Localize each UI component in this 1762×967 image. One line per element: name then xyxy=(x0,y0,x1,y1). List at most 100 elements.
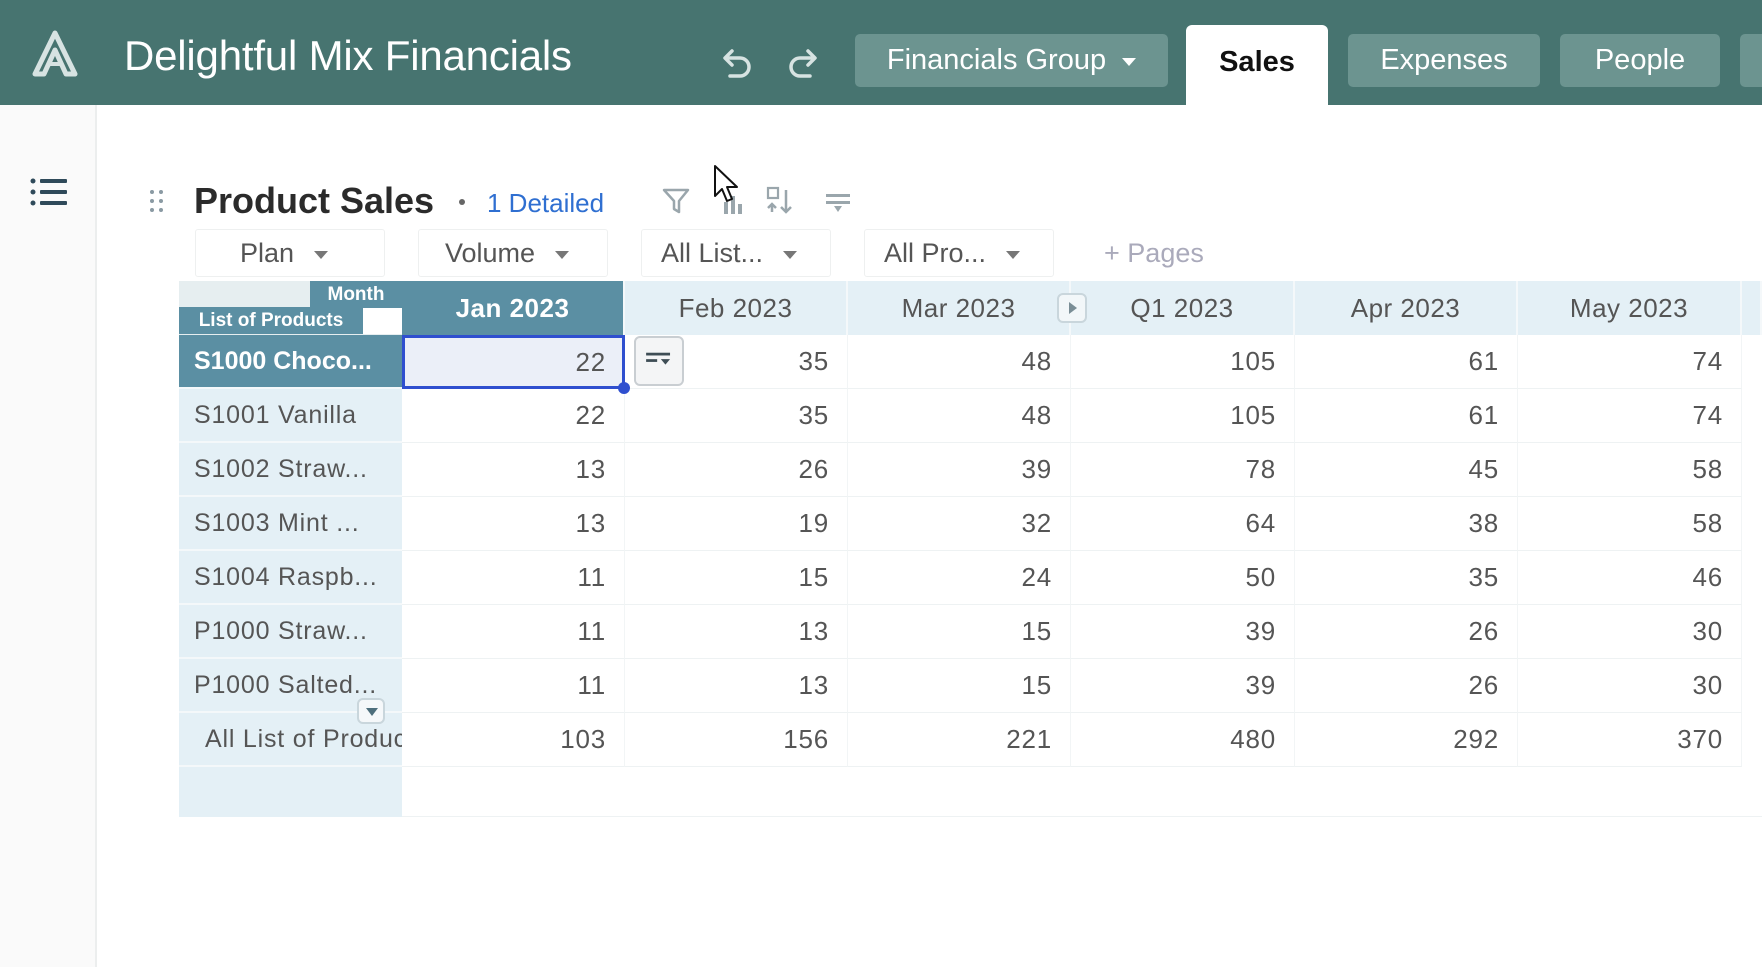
tab-more[interactable] xyxy=(1740,34,1762,87)
filter-plan[interactable]: Plan xyxy=(195,229,385,277)
table-cell-total[interactable]: 480 xyxy=(1071,713,1295,767)
table-cell[interactable]: 15 xyxy=(848,605,1071,659)
table-cell[interactable]: 64 xyxy=(1071,497,1295,551)
filter-plan-label: Plan xyxy=(240,237,295,268)
column-header-may-2023[interactable]: May 2023 xyxy=(1518,281,1742,335)
table-cell[interactable]: 26 xyxy=(1295,605,1518,659)
column-header-q1-2023[interactable]: Q1 2023 xyxy=(1071,281,1295,335)
table-cell[interactable]: 32 xyxy=(848,497,1071,551)
app-logo-icon[interactable] xyxy=(30,30,80,80)
cell-options-button[interactable] xyxy=(634,336,684,386)
fill-handle[interactable] xyxy=(618,382,630,394)
table-cell[interactable]: 61 xyxy=(1295,335,1518,389)
row-dimension-chip[interactable]: List of Products xyxy=(179,307,363,334)
table-cell-total[interactable]: 292 xyxy=(1295,713,1518,767)
row-header[interactable]: S1002 Straw... xyxy=(179,443,402,497)
table-cell[interactable]: 39 xyxy=(1071,659,1295,713)
column-header-mar-2023[interactable]: Mar 2023 xyxy=(848,281,1071,335)
table-cell[interactable]: 74 xyxy=(1518,389,1742,443)
column-header-feb-2023[interactable]: Feb 2023 xyxy=(625,281,848,335)
filter-volume[interactable]: Volume xyxy=(418,229,608,277)
chevron-down-icon xyxy=(314,251,329,259)
tab-sales[interactable]: Sales xyxy=(1186,25,1328,105)
column-header-jan-2023[interactable]: Jan 2023 xyxy=(402,281,625,335)
table-cell[interactable]: 58 xyxy=(1518,443,1742,497)
table-cell[interactable]: 19 xyxy=(625,497,848,551)
table-cell[interactable]: 24 xyxy=(848,551,1071,605)
table-cell[interactable]: 46 xyxy=(1518,551,1742,605)
chevron-down-icon xyxy=(1122,57,1137,66)
table-cell[interactable]: 45 xyxy=(1295,443,1518,497)
table-cell[interactable]: 26 xyxy=(625,443,848,497)
separator-dot xyxy=(459,199,465,205)
table-cell[interactable]: 39 xyxy=(848,443,1071,497)
row-header[interactable]: S1003 Mint ... xyxy=(179,497,402,551)
table-cell[interactable]: 105 xyxy=(1071,389,1295,443)
row-header[interactable]: S1004 Raspb... xyxy=(179,551,402,605)
table-cell[interactable]: 74 xyxy=(1518,335,1742,389)
filter-volume-label: Volume xyxy=(445,237,536,268)
table-cell[interactable]: 13 xyxy=(402,497,625,551)
row-header[interactable]: S1000 Choco... xyxy=(179,335,402,389)
table-cell[interactable]: 30 xyxy=(1518,605,1742,659)
filter-list[interactable]: All List... xyxy=(641,229,831,277)
table-cell-selected[interactable]: 22 xyxy=(402,335,625,389)
undo-icon[interactable] xyxy=(716,44,756,84)
filter-list-label: All List... xyxy=(661,237,764,268)
row-divider xyxy=(402,816,1762,817)
top-bar: Delightful Mix Financials Financials Gro… xyxy=(0,0,1762,105)
table-cell[interactable]: 11 xyxy=(402,659,625,713)
redo-icon[interactable] xyxy=(784,44,824,84)
detailed-link[interactable]: 1 Detailed xyxy=(487,188,604,219)
table-cell[interactable]: 15 xyxy=(848,659,1071,713)
expand-quarter-button[interactable] xyxy=(1057,293,1087,323)
collapse-rows-button[interactable] xyxy=(357,698,385,724)
table-cell[interactable]: 35 xyxy=(625,389,848,443)
row-header[interactable]: S1001 Vanilla xyxy=(179,389,402,443)
table-cell[interactable]: 78 xyxy=(1071,443,1295,497)
table-cell[interactable]: 39 xyxy=(1071,605,1295,659)
table-cell-total[interactable]: 103 xyxy=(402,713,625,767)
column-dimension-chip[interactable]: Month xyxy=(310,281,402,308)
table-row-empty xyxy=(179,767,1762,821)
table-cell[interactable]: 30 xyxy=(1518,659,1742,713)
drag-handle-icon[interactable] xyxy=(148,188,166,214)
swap-axes-icon[interactable] xyxy=(764,184,798,218)
table-cell[interactable]: 26 xyxy=(1295,659,1518,713)
add-pages-button[interactable]: + Pages xyxy=(1104,238,1204,269)
chevron-down-icon xyxy=(555,251,570,259)
financials-group-dropdown[interactable]: Financials Group xyxy=(855,34,1168,87)
tab-people[interactable]: People xyxy=(1560,34,1720,87)
card-title: Product Sales xyxy=(194,180,435,221)
list-menu-icon[interactable] xyxy=(30,178,68,206)
table-cell[interactable]: 58 xyxy=(1518,497,1742,551)
filter-products[interactable]: All Pro... xyxy=(864,229,1054,277)
filter-icon[interactable] xyxy=(660,184,694,218)
plus-icon: + xyxy=(1104,238,1120,268)
table-cell[interactable]: 15 xyxy=(625,551,848,605)
table-cell[interactable]: 11 xyxy=(402,551,625,605)
table-cell-total[interactable]: 156 xyxy=(625,713,848,767)
table-row: S1003 Mint ... 13 19 32 64 38 58 xyxy=(179,497,1762,551)
table-cell[interactable]: 105 xyxy=(1071,335,1295,389)
table-cell[interactable]: 13 xyxy=(402,443,625,497)
table-cell[interactable]: 11 xyxy=(402,605,625,659)
table-cell[interactable]: 13 xyxy=(625,605,848,659)
sort-icon[interactable] xyxy=(822,184,856,218)
table-cell[interactable]: 50 xyxy=(1071,551,1295,605)
tab-expenses[interactable]: Expenses xyxy=(1348,34,1540,87)
table-cell[interactable]: 13 xyxy=(625,659,848,713)
table-cell[interactable]: 38 xyxy=(1295,497,1518,551)
table-cell[interactable]: 48 xyxy=(848,335,1071,389)
table-cell-total[interactable]: 221 xyxy=(848,713,1071,767)
table-cell[interactable]: 48 xyxy=(848,389,1071,443)
table-cell[interactable]: 22 xyxy=(402,389,625,443)
table-row: P1000 Straw... 11 13 15 39 26 30 xyxy=(179,605,1762,659)
row-header[interactable]: P1000 Straw... xyxy=(179,605,402,659)
column-header-apr-2023[interactable]: Apr 2023 xyxy=(1295,281,1518,335)
table-cell[interactable]: 61 xyxy=(1295,389,1518,443)
table-cell-total[interactable]: 370 xyxy=(1518,713,1742,767)
filter-products-label: All Pro... xyxy=(884,237,987,268)
chevron-down-icon xyxy=(783,251,798,259)
table-cell[interactable]: 35 xyxy=(1295,551,1518,605)
